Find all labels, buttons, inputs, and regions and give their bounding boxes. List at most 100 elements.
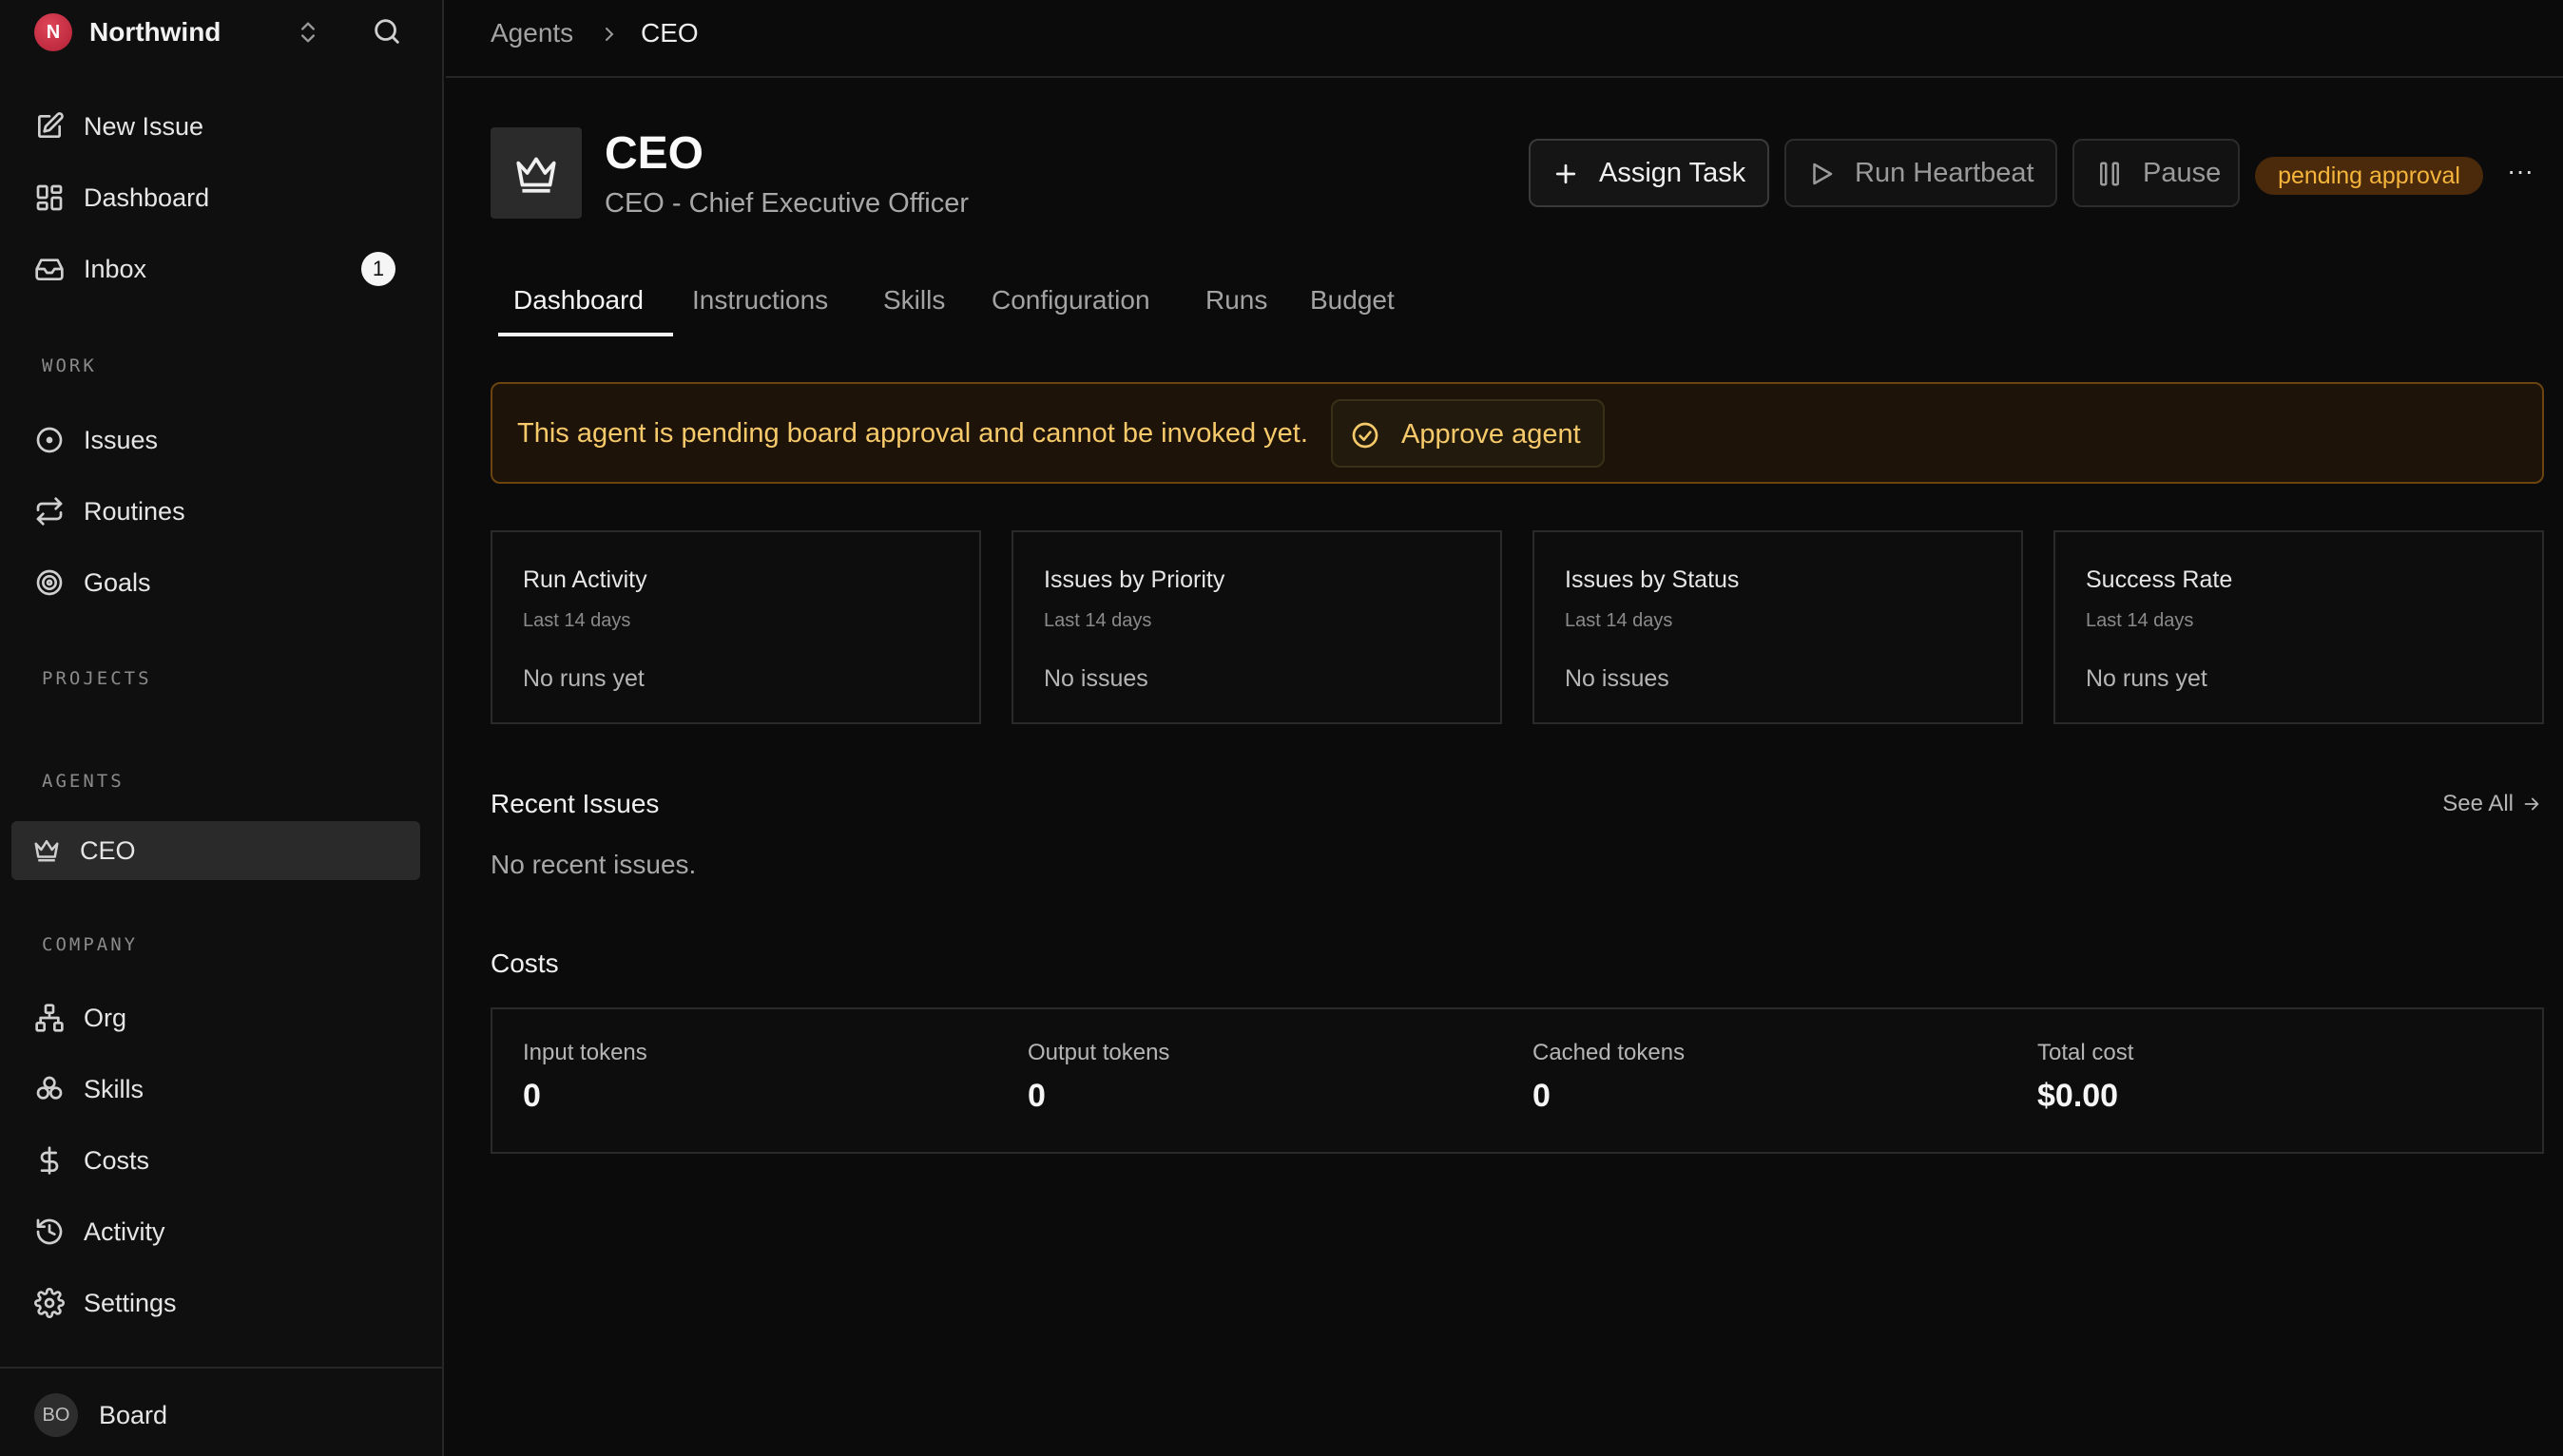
tab-instructions[interactable]: Instructions [692,285,828,316]
active-tab-indicator [498,333,673,336]
nav-label: Skills [84,1074,145,1103]
target-icon [34,567,65,598]
section-label-agents: AGENTS [42,771,125,792]
nav-issues[interactable]: Issues [11,411,420,469]
tab-dashboard[interactable]: Dashboard [513,285,644,316]
card-subtitle: Last 14 days [1044,610,1152,631]
run-heartbeat-button[interactable]: Run Heartbeat [1784,139,2057,207]
card-subtitle: Last 14 days [2086,610,2194,631]
run-heartbeat-label: Run Heartbeat [1855,157,2034,188]
more-options-button[interactable]: ··· [2506,156,2534,194]
nav-activity[interactable]: Activity [11,1202,420,1261]
stat-label: Input tokens [523,1040,647,1065]
dollar-icon [34,1145,65,1176]
sidebar-item-ceo[interactable]: CEO [11,821,420,880]
card-title: Issues by Priority [1044,566,1225,593]
issues-by-priority-card: Issues by Priority Last 14 days No issue… [1012,530,1502,724]
agent-subtitle: CEO - Chief Executive Officer [605,188,970,219]
approve-agent-button[interactable]: Approve agent [1331,399,1605,468]
card-title: Run Activity [523,566,647,593]
see-all-link[interactable]: See All [2442,791,2542,817]
gear-icon [34,1288,65,1318]
breadcrumb-current: CEO [641,18,699,48]
nav-label: Dashboard [84,182,210,212]
company-name: Northwind [89,17,222,47]
cached-tokens-stat: Cached tokens 0 [1532,1040,1685,1115]
company-switcher[interactable]: N Northwind [34,13,221,51]
check-circle-icon [1350,420,1380,450]
search-icon[interactable] [371,15,403,48]
stat-label: Total cost [2037,1040,2134,1065]
crown-icon [512,149,560,197]
tab-runs[interactable]: Runs [1205,285,1267,316]
plus-icon [1551,160,1580,188]
nav-skills[interactable]: Skills [11,1060,420,1119]
approve-agent-label: Approve agent [1401,419,1581,450]
stat-value: 0 [1028,1078,1046,1114]
company-logo: N [34,13,72,51]
run-activity-card: Run Activity Last 14 days No runs yet [491,530,981,724]
user-menu[interactable]: BO Board [0,1367,444,1456]
nav-label: Issues [84,425,159,454]
agent-avatar [491,127,582,219]
stat-label: Cached tokens [1532,1040,1686,1065]
pending-approval-banner: This agent is pending board approval and… [491,382,2544,484]
pause-button[interactable]: Pause [2072,139,2240,207]
card-title: Success Rate [2086,566,2233,593]
circle-dot-icon [34,425,65,455]
chevron-right-icon [598,23,621,46]
section-label-work: WORK [42,355,97,376]
nav-label: Costs [84,1145,150,1175]
assign-task-button[interactable]: Assign Task [1529,139,1769,207]
pause-label: Pause [2143,157,2222,188]
recent-issues-empty: No recent issues. [491,850,697,879]
stat-value: 0 [1532,1078,1551,1114]
page-title: CEO [605,128,704,179]
section-label-projects: PROJECTS [42,668,152,689]
nav-goals[interactable]: Goals [11,553,420,612]
chevrons-up-down-icon[interactable] [295,17,321,48]
nav-label: Org [84,1003,127,1032]
banner-message: This agent is pending board approval and… [517,418,1308,449]
nav-label: Activity [84,1217,165,1246]
status-badge: pending approval [2255,157,2483,195]
nav-label: Settings [84,1288,177,1317]
assign-task-label: Assign Task [1599,157,1746,188]
tab-skills[interactable]: Skills [883,285,945,316]
nav-inbox[interactable]: Inbox 1 [11,239,420,298]
nav-label: CEO [80,835,136,865]
breadcrumb: Agents CEO [446,0,2563,78]
nav-org[interactable]: Org [11,988,420,1047]
nav-costs[interactable]: Costs [11,1131,420,1190]
nav-settings[interactable]: Settings [11,1274,420,1332]
success-rate-card: Success Rate Last 14 days No runs yet [2053,530,2544,724]
card-empty-state: No issues [1565,665,1669,692]
nav-new-issue[interactable]: New Issue [11,97,420,156]
nav-label: Routines [84,496,185,526]
nav-label: New Issue [84,111,204,141]
inbox-icon [34,254,65,284]
stat-value: $0.00 [2037,1078,2119,1114]
card-subtitle: Last 14 days [1565,610,1673,631]
nav-routines[interactable]: Routines [11,482,420,541]
avatar: BO [34,1393,78,1437]
card-subtitle: Last 14 days [523,610,631,631]
card-empty-state: No issues [1044,665,1148,692]
card-empty-state: No runs yet [523,665,645,692]
costs-heading: Costs [491,948,559,978]
tab-budget[interactable]: Budget [1310,285,1395,316]
issues-by-status-card: Issues by Status Last 14 days No issues [1532,530,2023,724]
dashboard-grid-icon [34,182,65,213]
nav-label: Goals [84,567,151,597]
stat-value: 0 [523,1078,541,1114]
pause-icon [2095,160,2124,188]
play-icon [1807,160,1836,188]
breadcrumb-agents-link[interactable]: Agents [491,18,573,48]
crown-icon [32,835,63,866]
inbox-count-badge: 1 [361,252,395,286]
user-name: Board [99,1401,168,1429]
pencil-square-icon [34,111,65,142]
tab-configuration[interactable]: Configuration [992,285,1150,316]
total-cost-stat: Total cost $0.00 [2037,1040,2133,1115]
nav-dashboard[interactable]: Dashboard [11,168,420,227]
